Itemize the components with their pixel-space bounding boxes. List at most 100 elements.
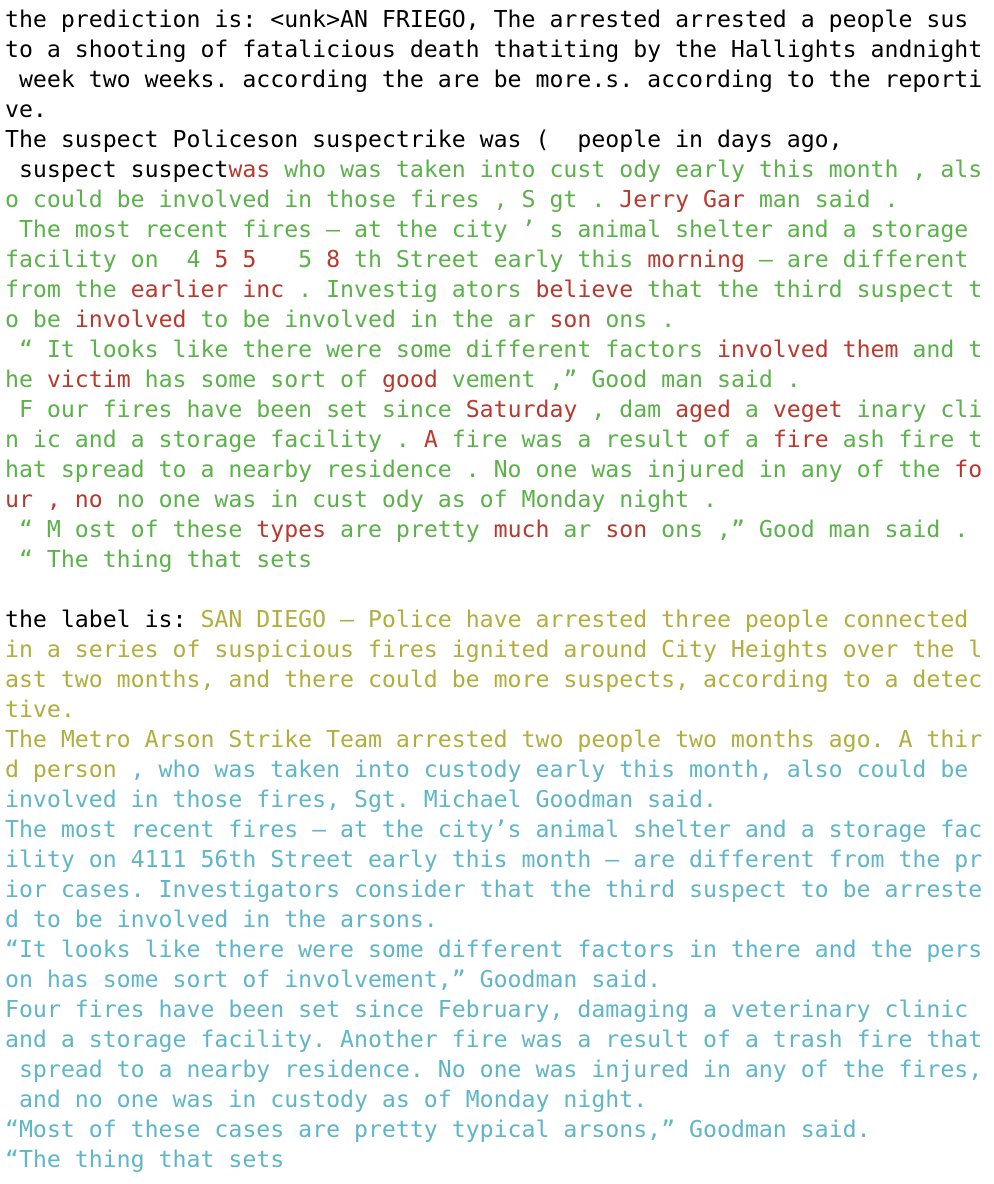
text-segment: and no one was in custody as of Monday n… [5, 1086, 648, 1113]
terminal-line: week two weeks. according the are be mor… [5, 65, 989, 95]
text-segment: vement ,” Good man said . [437, 366, 801, 393]
text-segment: . Investig ators [284, 276, 536, 303]
text-segment: a [730, 396, 773, 423]
text-segment: tive. [5, 696, 75, 723]
text-segment: ons ,” Good man said . [647, 516, 969, 543]
text-segment: 5 [256, 246, 327, 273]
terminal-line: ility on 4111 56th Street early this mon… [5, 845, 989, 875]
text-segment: much [493, 516, 550, 543]
text-segment: the label is: [5, 606, 201, 633]
text-segment: “The thing that sets [5, 1146, 285, 1173]
text-segment: — are different [744, 246, 969, 273]
terminal-line: suspect suspectwas who was taken into cu… [5, 155, 989, 185]
text-segment: 8 [326, 246, 341, 273]
text-segment: week two weeks. according the are be mor… [5, 66, 983, 93]
text-segment: in a series of suspicious fires ignited … [5, 636, 983, 663]
text-segment: aged [675, 396, 731, 423]
text-segment: veget [772, 396, 843, 423]
text-segment: man said . [744, 186, 899, 213]
text-segment: ons . [591, 306, 676, 333]
terminal-line: o could be involved in those fires , S g… [5, 185, 989, 215]
text-segment: victim [46, 366, 131, 393]
terminal-line: The most recent fires — at the city ’ s … [5, 215, 989, 245]
text-segment: The Metro Arson Strike Team arrested two… [5, 726, 983, 753]
text-segment: that the third suspect t [633, 276, 983, 303]
text-segment: The suspect Policeson suspectrike was ( … [5, 126, 843, 153]
text-segment: son [549, 306, 592, 333]
text-segment: inary cli [842, 396, 983, 423]
text-segment: believe [535, 276, 634, 303]
terminal-line: “It looks like there were some different… [5, 935, 989, 965]
terminal-line: and a storage facility. Another fire was… [5, 1025, 989, 1055]
text-segment: fire was a result of a [437, 426, 773, 453]
terminal-line: facility on 4 5 5 5 8 th Street early th… [5, 245, 989, 275]
terminal-line: Four fires have been set since February,… [5, 995, 989, 1025]
terminal-line: in a series of suspicious fires ignited … [5, 635, 989, 665]
text-segment: , who was taken into custody early this … [130, 756, 969, 783]
text-segment: o be [5, 306, 75, 333]
text-segment: d person [5, 756, 131, 783]
terminal-line: The Metro Arson Strike Team arrested two… [5, 725, 989, 755]
text-segment: to be involved in the ar [186, 306, 550, 333]
text-segment: involved [74, 306, 187, 333]
text-segment: facility on 4 [5, 246, 215, 273]
terminal-line: involved in those fires, Sgt. Michael Go… [5, 785, 989, 815]
text-segment: who was taken into cust ody early this m… [270, 156, 983, 183]
terminal-line: The most recent fires — at the city’s an… [5, 815, 989, 845]
text-segment: and a storage facility. Another fire was… [5, 1026, 983, 1053]
text-segment: “ It looks like there were some differen… [5, 336, 717, 363]
terminal-line: d to be involved in the arsons. [5, 905, 989, 935]
text-segment: A [423, 426, 438, 453]
text-segment: to a shooting of fatalicious death thati… [5, 36, 983, 63]
terminal-line: “The thing that sets [5, 1145, 989, 1175]
text-segment: morning [647, 246, 745, 273]
text-segment: involved in those fires, Sgt. Michael Go… [5, 786, 717, 813]
terminal-line: “ It looks like there were some differen… [5, 335, 989, 365]
text-segment: spread to a nearby residence. No one was… [5, 1056, 983, 1083]
text-segment: ur , no [5, 486, 103, 513]
text-segment: , dam [577, 396, 676, 423]
text-segment: has some sort of [130, 366, 382, 393]
text-segment: hat spread to a nearby residence . No on… [5, 456, 955, 483]
text-segment: The most recent fires — at the city ’ s … [5, 216, 969, 243]
text-segment: fire [772, 426, 829, 453]
text-segment: o could be involved in those fires , S g… [5, 186, 620, 213]
terminal-line: spread to a nearby residence. No one was… [5, 1055, 989, 1085]
terminal-line: to a shooting of fatalicious death thati… [5, 35, 989, 65]
text-segment: th Street early this [340, 246, 648, 273]
text-segment: ash fire t [828, 426, 983, 453]
terminal-line: ur , no no one was in cust ody as of Mon… [5, 485, 989, 515]
text-segment: involved them [716, 336, 899, 363]
text-segment: are pretty [326, 516, 494, 543]
terminal-line: The suspect Policeson suspectrike was ( … [5, 125, 989, 155]
text-segment: F our fires have been set since [5, 396, 466, 423]
terminal-line: the label is: SAN DIEGO — Police have ar… [5, 605, 989, 635]
terminal-line: “ The thing that sets [5, 545, 989, 575]
text-segment: ve. [5, 96, 47, 123]
terminal-line: from the earlier inc . Investig ators be… [5, 275, 989, 305]
text-segment: and t [898, 336, 983, 363]
text-segment: “It looks like there were some different… [5, 936, 983, 963]
text-segment: SAN DIEGO — Police have arrested three p… [200, 606, 969, 633]
terminal-line: o be involved to be involved in the ar s… [5, 305, 989, 335]
terminal-line: hat spread to a nearby residence . No on… [5, 455, 989, 485]
text-segment: son [605, 516, 648, 543]
terminal-line: “Most of these cases are pretty typical … [5, 1115, 989, 1145]
text-segment: no one was in cust ody as of Monday nigh… [102, 486, 717, 513]
terminal-line: ast two months, and there could be more … [5, 665, 989, 695]
text-segment: suspect suspect [5, 156, 229, 183]
text-segment: on has some sort of involvement,” Goodma… [5, 966, 662, 993]
text-segment: ar [549, 516, 606, 543]
terminal-line: and no one was in custody as of Monday n… [5, 1085, 989, 1115]
text-segment: ast two months, and there could be more … [5, 666, 983, 693]
terminal-line: F our fires have been set since Saturday… [5, 395, 989, 425]
text-segment: good [381, 366, 438, 393]
terminal-line: n ic and a storage facility . A fire was… [5, 425, 989, 455]
text-segment: ility on 4111 56th Street early this mon… [5, 846, 983, 873]
text-segment: Four fires have been set since February,… [5, 996, 969, 1023]
text-segment: the prediction is: <unk>AN FRIEGO, The a… [5, 6, 969, 33]
terminal-line: d person , who was taken into custody ea… [5, 755, 989, 785]
terminal-output: the prediction is: <unk>AN FRIEGO, The a… [5, 5, 989, 1175]
text-segment: types [256, 516, 327, 543]
